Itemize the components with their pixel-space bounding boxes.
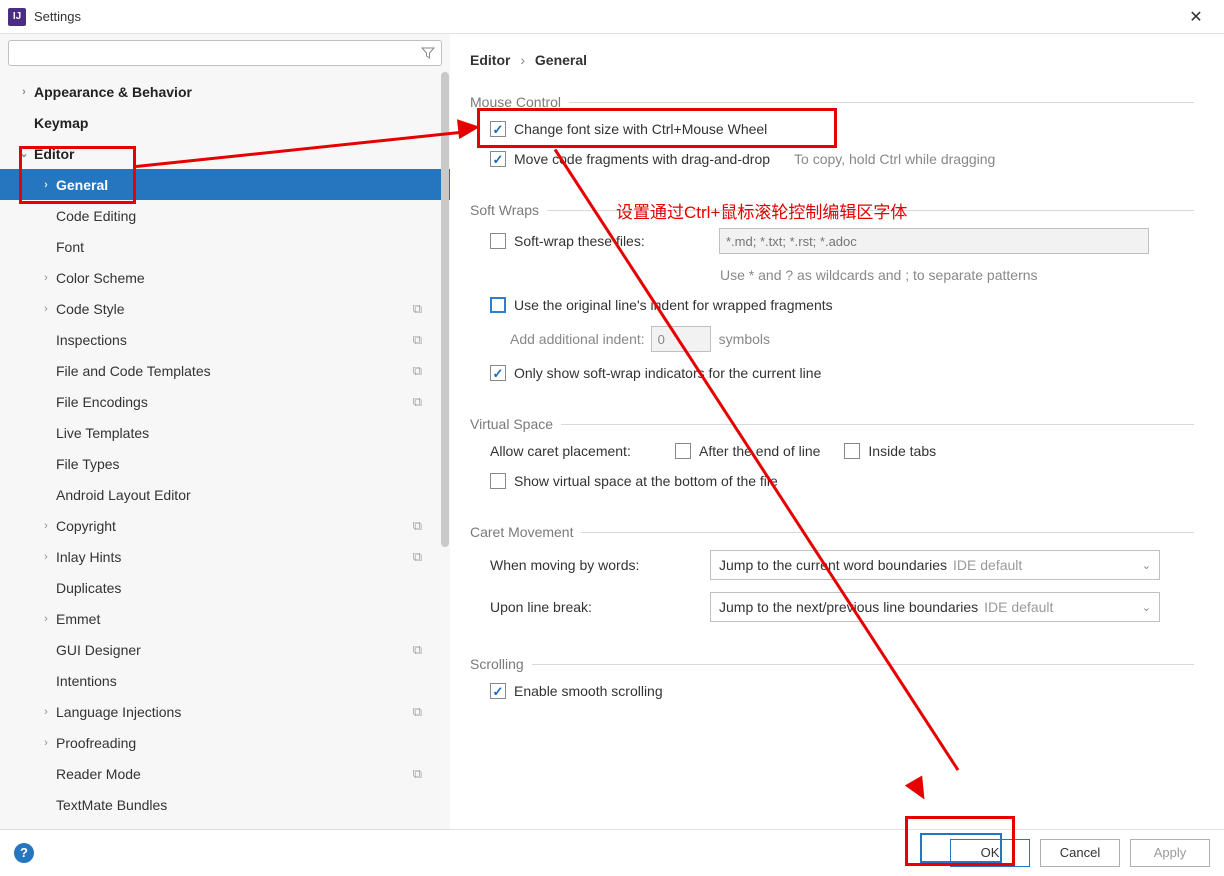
label-add-indent: Add additional indent: — [510, 331, 645, 347]
label-move-fragments: Move code fragments with drag-and-drop — [514, 151, 770, 167]
tree-intentions[interactable]: Intentions — [0, 665, 450, 696]
section-virtual-space: Virtual Space — [470, 416, 1194, 432]
tree-proofreading[interactable]: ›Proofreading — [0, 727, 450, 758]
section-soft-wraps: Soft Wraps — [470, 202, 1194, 218]
tree-editor[interactable]: ⌄Editor — [0, 138, 450, 169]
tree-inspections[interactable]: Inspections⧉ — [0, 324, 450, 355]
tree-gui-designer[interactable]: GUI Designer⧉ — [0, 634, 450, 665]
tree-inlay-hints[interactable]: ›Inlay Hints⧉ — [0, 541, 450, 572]
app-icon: IJ — [8, 8, 26, 26]
tree-keymap[interactable]: Keymap — [0, 107, 450, 138]
label-smooth-scroll: Enable smooth scrolling — [514, 683, 663, 699]
scheme-icon: ⧉ — [413, 394, 422, 410]
section-mouse-control: Mouse Control — [470, 94, 1194, 110]
tree-file-encodings[interactable]: File Encodings⧉ — [0, 386, 450, 417]
tree-appearance[interactable]: ›Appearance & Behavior — [0, 76, 450, 107]
tree-reader-mode[interactable]: Reader Mode⧉ — [0, 758, 450, 789]
settings-sidebar: ›Appearance & Behavior Keymap ⌄Editor ›G… — [0, 34, 450, 829]
tree-file-code-templates[interactable]: File and Code Templates⧉ — [0, 355, 450, 386]
label-softwrap-indicators: Only show soft-wrap indicators for the c… — [514, 365, 821, 381]
tree-code-editing[interactable]: Code Editing — [0, 200, 450, 231]
cancel-button[interactable]: Cancel — [1040, 839, 1120, 867]
checkbox-move-fragments[interactable] — [490, 151, 506, 167]
tree-live-templates[interactable]: Live Templates — [0, 417, 450, 448]
tree-android-layout[interactable]: Android Layout Editor — [0, 479, 450, 510]
checkbox-inside-tabs[interactable] — [844, 443, 860, 459]
tree-emmet[interactable]: ›Emmet — [0, 603, 450, 634]
tree-general[interactable]: ›General — [0, 169, 450, 200]
chevron-down-icon: ⌄ — [1142, 559, 1151, 572]
label-show-virtual: Show virtual space at the bottom of the … — [514, 473, 778, 489]
label-inside-tabs: Inside tabs — [868, 443, 936, 459]
label-allow-caret: Allow caret placement: — [490, 443, 675, 459]
settings-tree: ›Appearance & Behavior Keymap ⌄Editor ›G… — [0, 72, 450, 829]
select-moving-words[interactable]: Jump to the current word boundariesIDE d… — [710, 550, 1160, 580]
section-caret-movement: Caret Movement — [470, 524, 1194, 540]
input-add-indent[interactable] — [651, 326, 711, 352]
window-title: Settings — [34, 9, 1176, 24]
tree-color-scheme[interactable]: ›Color Scheme — [0, 262, 450, 293]
hint-softwrap: Use * and ? as wildcards and ; to separa… — [720, 267, 1038, 283]
tree-font[interactable]: Font — [0, 231, 450, 262]
label-original-indent: Use the original line's indent for wrapp… — [514, 297, 833, 313]
checkbox-smooth-scroll[interactable] — [490, 683, 506, 699]
chevron-down-icon: ⌄ — [1142, 601, 1151, 614]
tree-lang-injections[interactable]: ›Language Injections⧉ — [0, 696, 450, 727]
scheme-icon: ⧉ — [413, 642, 422, 658]
scheme-icon: ⧉ — [413, 704, 422, 720]
checkbox-show-virtual[interactable] — [490, 473, 506, 489]
tree-file-types[interactable]: File Types — [0, 448, 450, 479]
checkbox-original-indent[interactable] — [490, 297, 506, 313]
ok-button[interactable]: OK — [950, 839, 1030, 867]
scheme-icon: ⧉ — [413, 363, 422, 379]
section-scrolling: Scrolling — [470, 656, 1194, 672]
titlebar: IJ Settings ✕ — [0, 0, 1224, 34]
checkbox-softwrap-indicators[interactable] — [490, 365, 506, 381]
input-softwrap-patterns[interactable] — [719, 228, 1149, 254]
search-input[interactable] — [8, 40, 442, 66]
main-panel: Editor › General Mouse Control Change fo… — [450, 34, 1224, 829]
scheme-icon: ⧉ — [413, 549, 422, 565]
checkbox-change-font[interactable] — [490, 121, 506, 137]
dialog-footer: ? OK Cancel Apply — [0, 829, 1224, 875]
label-symbols: symbols — [719, 331, 770, 347]
select-upon-break[interactable]: Jump to the next/previous line boundarie… — [710, 592, 1160, 622]
tree-textmate[interactable]: TextMate Bundles — [0, 789, 450, 820]
breadcrumb: Editor › General — [450, 34, 1214, 74]
content: Mouse Control Change font size with Ctrl… — [450, 74, 1214, 829]
scheme-icon: ⧉ — [413, 766, 422, 782]
label-after-eol: After the end of line — [699, 443, 820, 459]
checkbox-after-eol[interactable] — [675, 443, 691, 459]
scheme-icon: ⧉ — [413, 301, 422, 317]
tree-duplicates[interactable]: Duplicates — [0, 572, 450, 603]
tree-code-style[interactable]: ›Code Style⧉ — [0, 293, 450, 324]
label-moving-words: When moving by words: — [490, 557, 710, 573]
hint-move: To copy, hold Ctrl while dragging — [794, 151, 995, 167]
apply-button[interactable]: Apply — [1130, 839, 1210, 867]
scheme-icon: ⧉ — [413, 332, 422, 348]
checkbox-softwrap[interactable] — [490, 233, 506, 249]
label-softwrap: Soft-wrap these files: — [514, 233, 669, 249]
help-button[interactable]: ? — [14, 843, 34, 863]
label-upon-break: Upon line break: — [490, 599, 710, 615]
filter-icon[interactable] — [420, 45, 436, 61]
tree-copyright[interactable]: ›Copyright⧉ — [0, 510, 450, 541]
label-change-font: Change font size with Ctrl+Mouse Wheel — [514, 121, 767, 137]
scheme-icon: ⧉ — [413, 518, 422, 534]
close-button[interactable]: ✕ — [1176, 2, 1216, 32]
